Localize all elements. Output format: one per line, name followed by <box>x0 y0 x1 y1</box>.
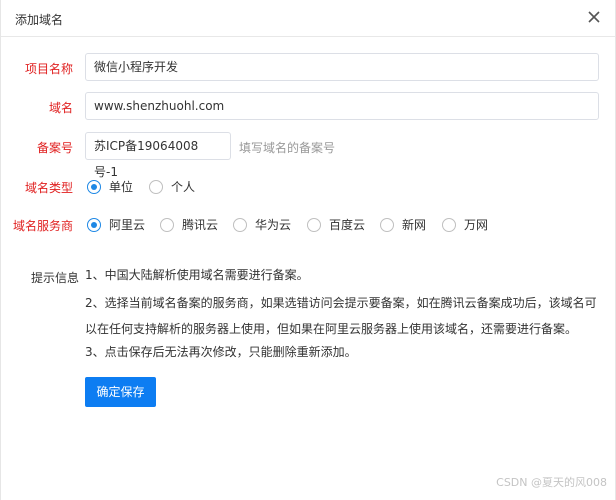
tip-line: 2、选择当前域名备案的服务商，如果选错访问会提示要备案，如在腾讯云备案成功后，该… <box>85 296 597 336</box>
radio-label: 万网 <box>464 218 489 232</box>
tip-line: 3、点击保存后无法再次修改，只能删除重新添加。 <box>85 345 357 359</box>
project-name-input[interactable]: 微信小程序开发 <box>85 53 599 81</box>
radio-checked-icon <box>87 179 101 194</box>
provider-option-tencent[interactable]: 腾讯云 <box>160 216 218 233</box>
provider-label: 域名服务商 <box>12 219 73 233</box>
radio-unchecked-icon <box>307 217 321 232</box>
tip-line: 1、中国大陆解析使用域名需要进行备案。 <box>85 268 309 282</box>
icp-hint: 填写域名的备案号 <box>239 141 336 155</box>
watermark: CSDN @夏天的风008 <box>496 476 607 489</box>
confirm-save-button[interactable]: 确定保存 <box>85 377 156 407</box>
radio-label: 单位 <box>109 180 134 194</box>
provider-option-aliyun[interactable]: 阿里云 <box>87 216 145 233</box>
add-domain-dialog: 添加域名 项目名称 微信小程序开发 域名 www.shenzhuohl.com … <box>0 0 616 500</box>
close-icon[interactable] <box>585 8 603 26</box>
provider-option-huawei[interactable]: 华为云 <box>233 216 291 233</box>
radio-label: 新网 <box>402 218 427 232</box>
radio-label: 华为云 <box>255 218 292 232</box>
domain-type-option-personal[interactable]: 个人 <box>149 178 195 195</box>
project-name-label: 项目名称 <box>24 62 73 76</box>
provider-option-xinnet[interactable]: 新网 <box>380 216 426 233</box>
dialog-title: 添加域名 <box>15 13 64 27</box>
radio-unchecked-icon <box>149 179 163 194</box>
icp-input[interactable]: 苏ICP备19064008号-1 <box>85 132 231 179</box>
domain-input[interactable]: www.shenzhuohl.com <box>85 92 599 120</box>
provider-option-wanwang[interactable]: 万网 <box>442 216 488 233</box>
dialog-header: 添加域名 <box>1 0 615 37</box>
radio-unchecked-icon <box>442 217 456 232</box>
domain-label: 域名 <box>48 101 73 115</box>
radio-label: 个人 <box>171 180 196 194</box>
icp-label: 备案号 <box>36 141 73 155</box>
provider-option-baidu[interactable]: 百度云 <box>307 216 365 233</box>
radio-checked-icon <box>87 217 101 232</box>
domain-type-label: 域名类型 <box>24 181 73 195</box>
tips-label: 提示信息 <box>31 271 80 285</box>
radio-label: 腾讯云 <box>182 218 219 232</box>
radio-unchecked-icon <box>380 217 394 232</box>
radio-label: 百度云 <box>329 218 366 232</box>
domain-type-option-unit[interactable]: 单位 <box>87 178 133 195</box>
radio-unchecked-icon <box>160 217 174 232</box>
radio-unchecked-icon <box>233 217 247 232</box>
radio-label: 阿里云 <box>109 218 146 232</box>
